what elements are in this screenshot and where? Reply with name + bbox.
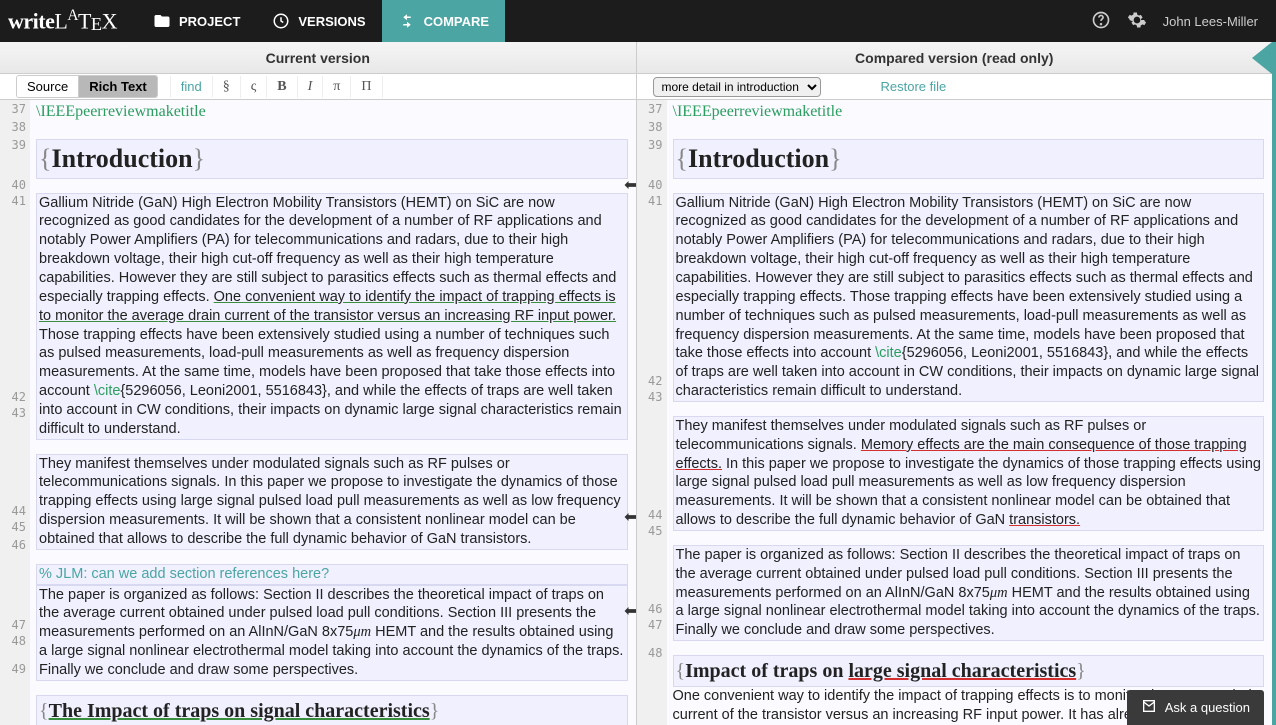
- left-panel-header: Current version: [0, 42, 636, 74]
- latex-command: \IEEEpeerreviewmaketitle: [36, 102, 628, 123]
- section-heading: {Impact of traps on large signal charact…: [673, 655, 1265, 687]
- right-subbar: more detail in introduction Restore file: [637, 74, 1273, 100]
- project-label: PROJECT: [179, 14, 240, 29]
- symbol-pi[interactable]: π: [323, 76, 351, 98]
- collapse-button[interactable]: [1252, 42, 1272, 74]
- comment-line: % JLM: can we add section references her…: [36, 564, 628, 585]
- symbol-section[interactable]: §: [213, 76, 241, 98]
- section-heading: {Introduction}: [673, 139, 1265, 179]
- right-editor[interactable]: 37 38 39 40 41 42 43 44 45 46 47 48 \IEE…: [637, 100, 1273, 725]
- compare-icon: [398, 12, 416, 30]
- symbol-Pi[interactable]: Π: [351, 76, 382, 98]
- find-button[interactable]: find: [170, 76, 213, 97]
- right-gutter: 37 38 39 40 41 42 43 44 45 46 47 48: [637, 100, 667, 725]
- topbar: writeLATEX PROJECT VERSIONS COMPARE John…: [0, 0, 1276, 42]
- mail-icon: [1141, 698, 1157, 717]
- paragraph: They manifest themselves under modulated…: [673, 416, 1265, 531]
- cite-command: \cite: [94, 383, 121, 399]
- symbol-subsection[interactable]: ς: [241, 76, 268, 98]
- logo[interactable]: writeLATEX: [8, 7, 117, 35]
- compare-button[interactable]: COMPARE: [382, 0, 505, 42]
- project-button[interactable]: PROJECT: [137, 0, 256, 42]
- ask-question-button[interactable]: Ask a question: [1127, 690, 1264, 725]
- left-gutter: 37 38 39 40 41 42 43 44 45 46 47 48 49: [0, 100, 30, 725]
- diff-arrow-icon[interactable]: ⬅: [624, 508, 635, 529]
- versions-label: VERSIONS: [298, 14, 365, 29]
- user-menu[interactable]: John Lees-Miller: [1163, 14, 1268, 29]
- left-panel-title: Current version: [266, 50, 370, 66]
- folder-icon: [153, 12, 171, 30]
- help-icon[interactable]: [1091, 10, 1111, 33]
- bold-button[interactable]: B: [267, 76, 297, 98]
- left-panel: Current version Source Rich Text find § …: [0, 42, 637, 725]
- latex-command: \IEEEpeerreviewmaketitle: [673, 102, 1265, 123]
- ask-question-label: Ask a question: [1165, 700, 1250, 715]
- cite-command: \cite: [875, 345, 902, 361]
- left-editor[interactable]: 37 38 39 40 41 42 43 44 45 46 47 48 49 \…: [0, 100, 636, 725]
- added-text: transistors.: [1009, 512, 1080, 528]
- versions-button[interactable]: VERSIONS: [256, 0, 381, 42]
- compare-label: COMPARE: [424, 14, 489, 29]
- right-panel: Compared version (read only) more detail…: [637, 42, 1276, 725]
- diff-arrow-icon[interactable]: ⬅: [624, 176, 635, 197]
- gear-icon[interactable]: [1127, 10, 1147, 33]
- tab-richtext[interactable]: Rich Text: [79, 76, 157, 97]
- version-select[interactable]: more detail in introduction: [653, 77, 821, 97]
- paragraph: Gallium Nitride (GaN) High Electron Mobi…: [673, 193, 1265, 402]
- section-heading: {The Impact of traps on signal character…: [36, 695, 628, 725]
- tab-source[interactable]: Source: [17, 76, 79, 97]
- restore-file-link[interactable]: Restore file: [881, 79, 947, 94]
- paragraph: Gallium Nitride (GaN) High Electron Mobi…: [36, 193, 628, 440]
- section-heading: {Introduction}: [36, 139, 628, 179]
- clock-icon: [272, 12, 290, 30]
- left-subbar: Source Rich Text find § ς B I π Π: [0, 74, 636, 100]
- view-tabs: Source Rich Text: [16, 75, 158, 98]
- italic-button[interactable]: I: [298, 76, 324, 98]
- paragraph: The paper is organized as follows: Secti…: [36, 585, 628, 681]
- paragraph: The paper is organized as follows: Secti…: [673, 545, 1265, 641]
- diff-arrow-icon[interactable]: ⬅: [624, 602, 635, 623]
- right-panel-header: Compared version (read only): [637, 42, 1273, 74]
- right-panel-title: Compared version (read only): [855, 50, 1053, 66]
- paragraph: They manifest themselves under modulated…: [36, 454, 628, 550]
